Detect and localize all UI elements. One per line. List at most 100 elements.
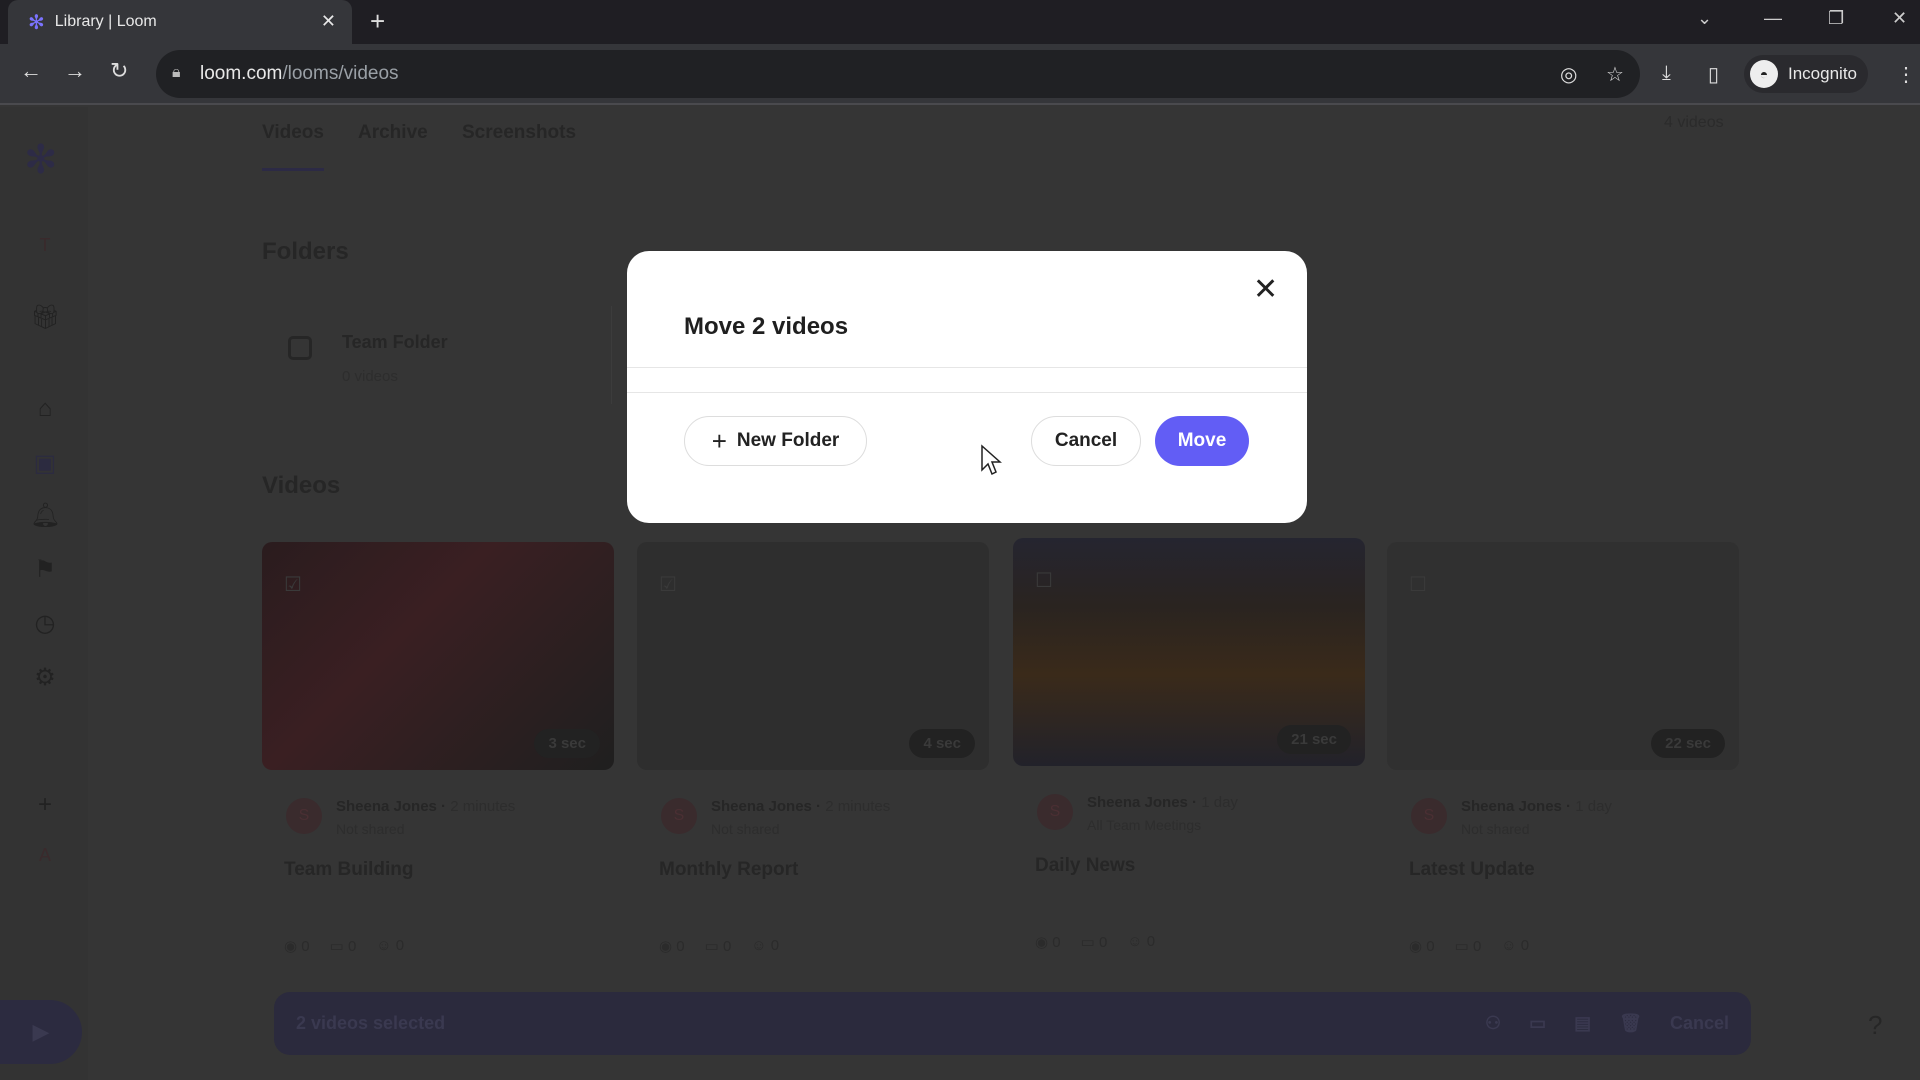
side-panel-icon[interactable]: ▯ xyxy=(1708,62,1719,87)
tracking-eye-off-icon[interactable]: ◎ xyxy=(1560,62,1577,87)
url-host: loom.com xyxy=(200,63,283,84)
video-thumbnail[interactable]: ☑ 3 sec xyxy=(262,542,614,770)
lock-icon: 🔒︎ xyxy=(172,64,181,81)
url-input[interactable]: 🔒︎ loom.com/looms/videos xyxy=(156,50,1640,98)
avatar: S xyxy=(1411,798,1447,834)
video-card[interactable]: ☑ 4 sec S Sheena Jones · 2 minutes Not s… xyxy=(637,542,989,955)
mouse-cursor-icon xyxy=(981,444,1002,476)
close-icon[interactable]: ✕ xyxy=(1253,275,1278,305)
comments-icon: ▭ 0 xyxy=(704,938,732,955)
views-icon: ◉ 0 xyxy=(1409,938,1435,955)
tab-archive[interactable]: Archive xyxy=(358,122,428,144)
comments-icon: ▭ 0 xyxy=(1454,938,1482,955)
sidebar: ✻ T 🎁︎ ⌂ ▣ 🔔︎ ⚑ ◷ ⚙ + A xyxy=(0,107,88,1080)
tab-search-icon[interactable]: ⌄ xyxy=(1697,8,1712,29)
reload-icon[interactable]: ↻ xyxy=(110,58,128,84)
video-title[interactable]: Team Building xyxy=(262,859,614,881)
workspace-avatar[interactable]: T xyxy=(30,235,60,265)
bookmark-star-icon[interactable]: ☆ xyxy=(1606,62,1624,87)
video-time: 2 minutes xyxy=(450,798,516,815)
video-title[interactable]: Latest Update xyxy=(1387,859,1739,881)
video-time: 1 day xyxy=(1575,798,1612,815)
video-thumbnail[interactable]: ☐ 22 sec xyxy=(1387,542,1739,770)
share-status[interactable]: Not shared xyxy=(711,821,890,837)
url-path: /looms/videos xyxy=(282,63,399,84)
selection-count: 2 videos selected xyxy=(296,1013,446,1033)
gift-icon[interactable]: 🎁︎ xyxy=(30,303,60,333)
loom-logo-icon: ✻ xyxy=(24,138,58,182)
tab-videos[interactable]: Videos xyxy=(262,122,324,144)
tab-screenshots[interactable]: Screenshots xyxy=(462,122,576,144)
move-videos-modal: Move 2 videos ✕ + New Folder Cancel Move xyxy=(627,251,1307,523)
checkbox-checked-icon[interactable]: ☑ xyxy=(284,572,302,597)
folder-card[interactable]: Team Folder 0 videos xyxy=(262,306,612,404)
video-card[interactable]: ☐ 21 sec S Sheena Jones · 1 day All Team… xyxy=(1013,538,1365,951)
reactions-icon: ☺ 0 xyxy=(751,937,780,954)
share-people-icon[interactable]: ⚇ xyxy=(1485,1013,1501,1034)
new-tab-button[interactable]: + xyxy=(370,6,385,37)
help-icon[interactable]: ? xyxy=(1868,1010,1882,1041)
videos-heading: Videos xyxy=(262,472,341,499)
back-icon[interactable]: ← xyxy=(20,58,42,84)
share-status[interactable]: All Team Meetings xyxy=(1087,817,1238,833)
cancel-button[interactable]: Cancel xyxy=(1031,416,1141,466)
reactions-icon: ☺ 0 xyxy=(1501,937,1530,954)
move-folder-icon[interactable]: ▭ xyxy=(1529,1013,1546,1034)
modal-title: Move 2 videos xyxy=(684,313,849,340)
video-thumbnail[interactable]: ☑ 4 sec xyxy=(637,542,989,770)
folder-checkbox[interactable] xyxy=(288,336,312,360)
move-button[interactable]: Move xyxy=(1155,416,1249,466)
folders-heading: Folders xyxy=(262,238,349,265)
video-duration: 21 sec xyxy=(1277,725,1351,754)
checkbox-checked-icon[interactable]: ☑ xyxy=(659,572,677,597)
reactions-icon: ☺ 0 xyxy=(376,937,405,954)
video-time: 2 minutes xyxy=(825,798,891,815)
video-author: Sheena Jones xyxy=(1087,794,1188,811)
avatar: S xyxy=(1037,794,1073,830)
incognito-profile-button[interactable]: ◓ Incognito xyxy=(1744,55,1868,93)
video-title[interactable]: Monthly Report xyxy=(637,859,989,881)
video-thumbnail[interactable]: ☐ 21 sec xyxy=(1013,538,1365,766)
video-title[interactable]: Daily News xyxy=(1013,855,1365,877)
tab-title: Library | Loom xyxy=(54,13,157,30)
bookmark-icon[interactable]: ⚑ xyxy=(30,555,60,585)
share-status[interactable]: Not shared xyxy=(1461,821,1612,837)
settings-gear-icon[interactable]: ⚙ xyxy=(30,663,60,693)
archive-icon[interactable]: ▤ xyxy=(1574,1013,1591,1034)
selection-cancel-button[interactable]: Cancel xyxy=(1670,1013,1729,1034)
download-icon[interactable]: ⤓ xyxy=(1662,62,1671,85)
history-clock-icon[interactable]: ◷ xyxy=(30,609,60,639)
user-avatar[interactable]: A xyxy=(30,845,60,875)
video-duration: 22 sec xyxy=(1651,729,1725,758)
browser-tab[interactable]: ✻ Library | Loom ✕ xyxy=(8,0,352,44)
reactions-icon: ☺ 0 xyxy=(1127,933,1156,950)
video-author: Sheena Jones xyxy=(1461,798,1562,815)
share-status[interactable]: Not shared xyxy=(336,821,515,837)
home-icon[interactable]: ⌂ xyxy=(30,395,60,425)
browser-menu-icon[interactable]: ⋮ xyxy=(1896,62,1916,87)
checkbox-icon[interactable]: ☐ xyxy=(1035,568,1053,593)
checkbox-icon[interactable]: ☐ xyxy=(1409,572,1427,597)
video-card[interactable]: ☐ 22 sec S Sheena Jones · 1 day Not shar… xyxy=(1387,542,1739,955)
library-icon[interactable]: ▣ xyxy=(30,449,60,479)
close-window-button[interactable]: ✕ xyxy=(1892,8,1907,29)
forward-icon[interactable]: → xyxy=(64,58,86,84)
views-icon: ◉ 0 xyxy=(1035,934,1061,951)
incognito-icon: ◓ xyxy=(1750,60,1778,88)
close-tab-icon[interactable]: ✕ xyxy=(321,11,336,32)
new-folder-label: New Folder xyxy=(736,430,840,451)
new-folder-button[interactable]: + New Folder xyxy=(684,416,867,466)
folder-name: Team Folder xyxy=(342,332,448,352)
video-card[interactable]: ☑ 3 sec S Sheena Jones · 2 minutes Not s… xyxy=(262,542,614,955)
record-button[interactable]: ▶ xyxy=(0,1000,82,1064)
selection-bar: 2 videos selected ⚇ ▭ ▤ 🗑︎ Cancel xyxy=(274,992,1751,1055)
notifications-bell-icon[interactable]: 🔔︎ xyxy=(30,501,60,531)
video-duration: 4 sec xyxy=(909,729,975,758)
trash-icon[interactable]: 🗑︎ xyxy=(1619,1013,1642,1034)
avatar: S xyxy=(286,798,322,834)
comments-icon: ▭ 0 xyxy=(1080,934,1108,951)
video-duration: 3 sec xyxy=(534,729,600,758)
add-icon[interactable]: + xyxy=(30,791,60,821)
restore-button[interactable]: ❐ xyxy=(1828,8,1844,29)
minimize-button[interactable]: — xyxy=(1764,8,1782,29)
